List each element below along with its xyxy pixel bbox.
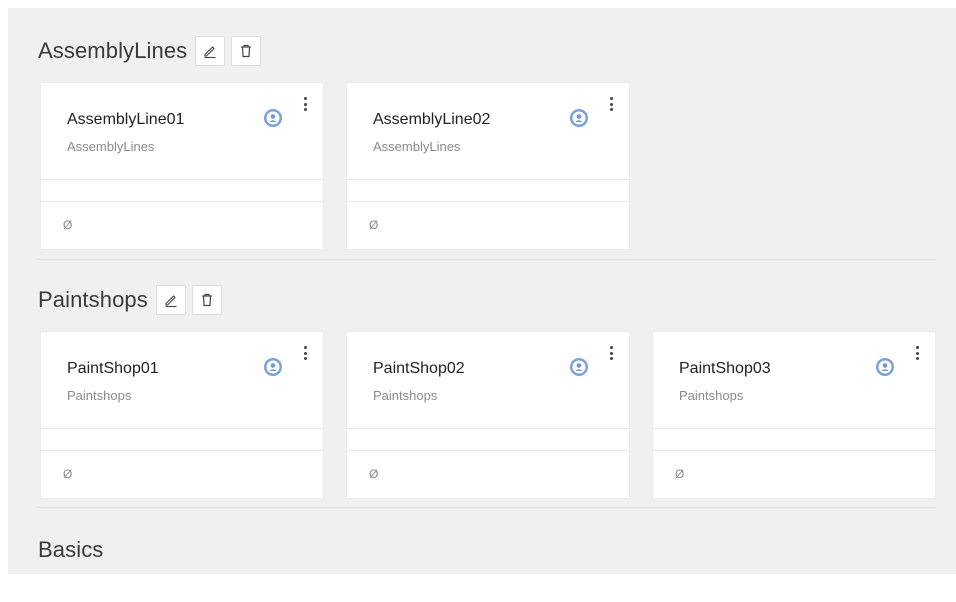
section-divider <box>38 507 936 508</box>
more-vertical-icon[interactable] <box>299 344 311 362</box>
more-vertical-icon[interactable] <box>299 95 311 113</box>
section-title: AssemblyLines <box>38 38 188 63</box>
more-vertical-icon[interactable] <box>605 95 617 113</box>
empty-value: Ø <box>63 467 73 481</box>
more-vertical-icon[interactable] <box>911 344 923 362</box>
pencil-icon <box>204 46 216 59</box>
user-avatar-icon <box>570 358 588 376</box>
section-header: Paintshops <box>38 285 936 315</box>
card-subtitle: AssemblyLines <box>67 139 155 154</box>
user-avatar-icon <box>876 358 894 376</box>
card-subtitle: AssemblyLines <box>373 139 461 154</box>
card-assemblyline01[interactable]: AssemblyLine01 AssemblyLines Ø <box>40 82 324 250</box>
empty-value: Ø <box>369 467 379 481</box>
card-row: AssemblyLine01 AssemblyLines Ø AssemblyL… <box>40 82 630 250</box>
section-basics: Basics <box>38 535 936 565</box>
card-assemblyline02[interactable]: AssemblyLine02 AssemblyLines Ø <box>346 82 630 250</box>
user-avatar-icon <box>264 109 282 127</box>
empty-value: Ø <box>63 218 73 232</box>
card-title: PaintShop02 <box>373 360 465 377</box>
section-header: AssemblyLines <box>38 36 936 66</box>
section-title: Paintshops <box>38 287 148 312</box>
card-paintshop01[interactable]: PaintShop01 Paintshops Ø <box>40 331 324 499</box>
delete-section-button[interactable] <box>191 285 222 315</box>
card-subtitle: Paintshops <box>679 388 744 403</box>
delete-section-button[interactable] <box>231 36 262 66</box>
section-paintshops: Paintshops PaintShop01 Paintshops Ø Pain… <box>38 285 936 499</box>
card-paintshop02[interactable]: PaintShop02 Paintshops Ø <box>346 331 630 499</box>
section-divider <box>38 259 936 260</box>
edit-section-button[interactable] <box>155 285 186 315</box>
card-subtitle: Paintshops <box>373 388 438 403</box>
trash-icon <box>201 293 212 307</box>
card-title: AssemblyLine02 <box>373 111 491 128</box>
more-vertical-icon[interactable] <box>605 344 617 362</box>
user-avatar-icon <box>264 358 282 376</box>
edit-section-button[interactable] <box>195 36 226 66</box>
section-assemblylines: AssemblyLines AssemblyLine01 AssemblyLin… <box>38 36 936 250</box>
card-title: PaintShop01 <box>67 360 159 377</box>
card-row: PaintShop01 Paintshops Ø PaintShop02 Pai… <box>40 331 936 499</box>
section-title: Basics <box>38 537 104 562</box>
card-subtitle: Paintshops <box>67 388 132 403</box>
main-canvas: AssemblyLines AssemblyLine01 AssemblyLin… <box>8 8 956 574</box>
empty-value: Ø <box>369 218 379 232</box>
card-paintshop03[interactable]: PaintShop03 Paintshops Ø <box>652 331 936 499</box>
section-header: Basics <box>38 535 936 565</box>
empty-value: Ø <box>675 467 685 481</box>
pencil-icon <box>165 295 177 308</box>
card-title: PaintShop03 <box>679 360 771 377</box>
card-title: AssemblyLine01 <box>67 111 185 128</box>
trash-icon <box>241 44 252 58</box>
user-avatar-icon <box>570 109 588 127</box>
